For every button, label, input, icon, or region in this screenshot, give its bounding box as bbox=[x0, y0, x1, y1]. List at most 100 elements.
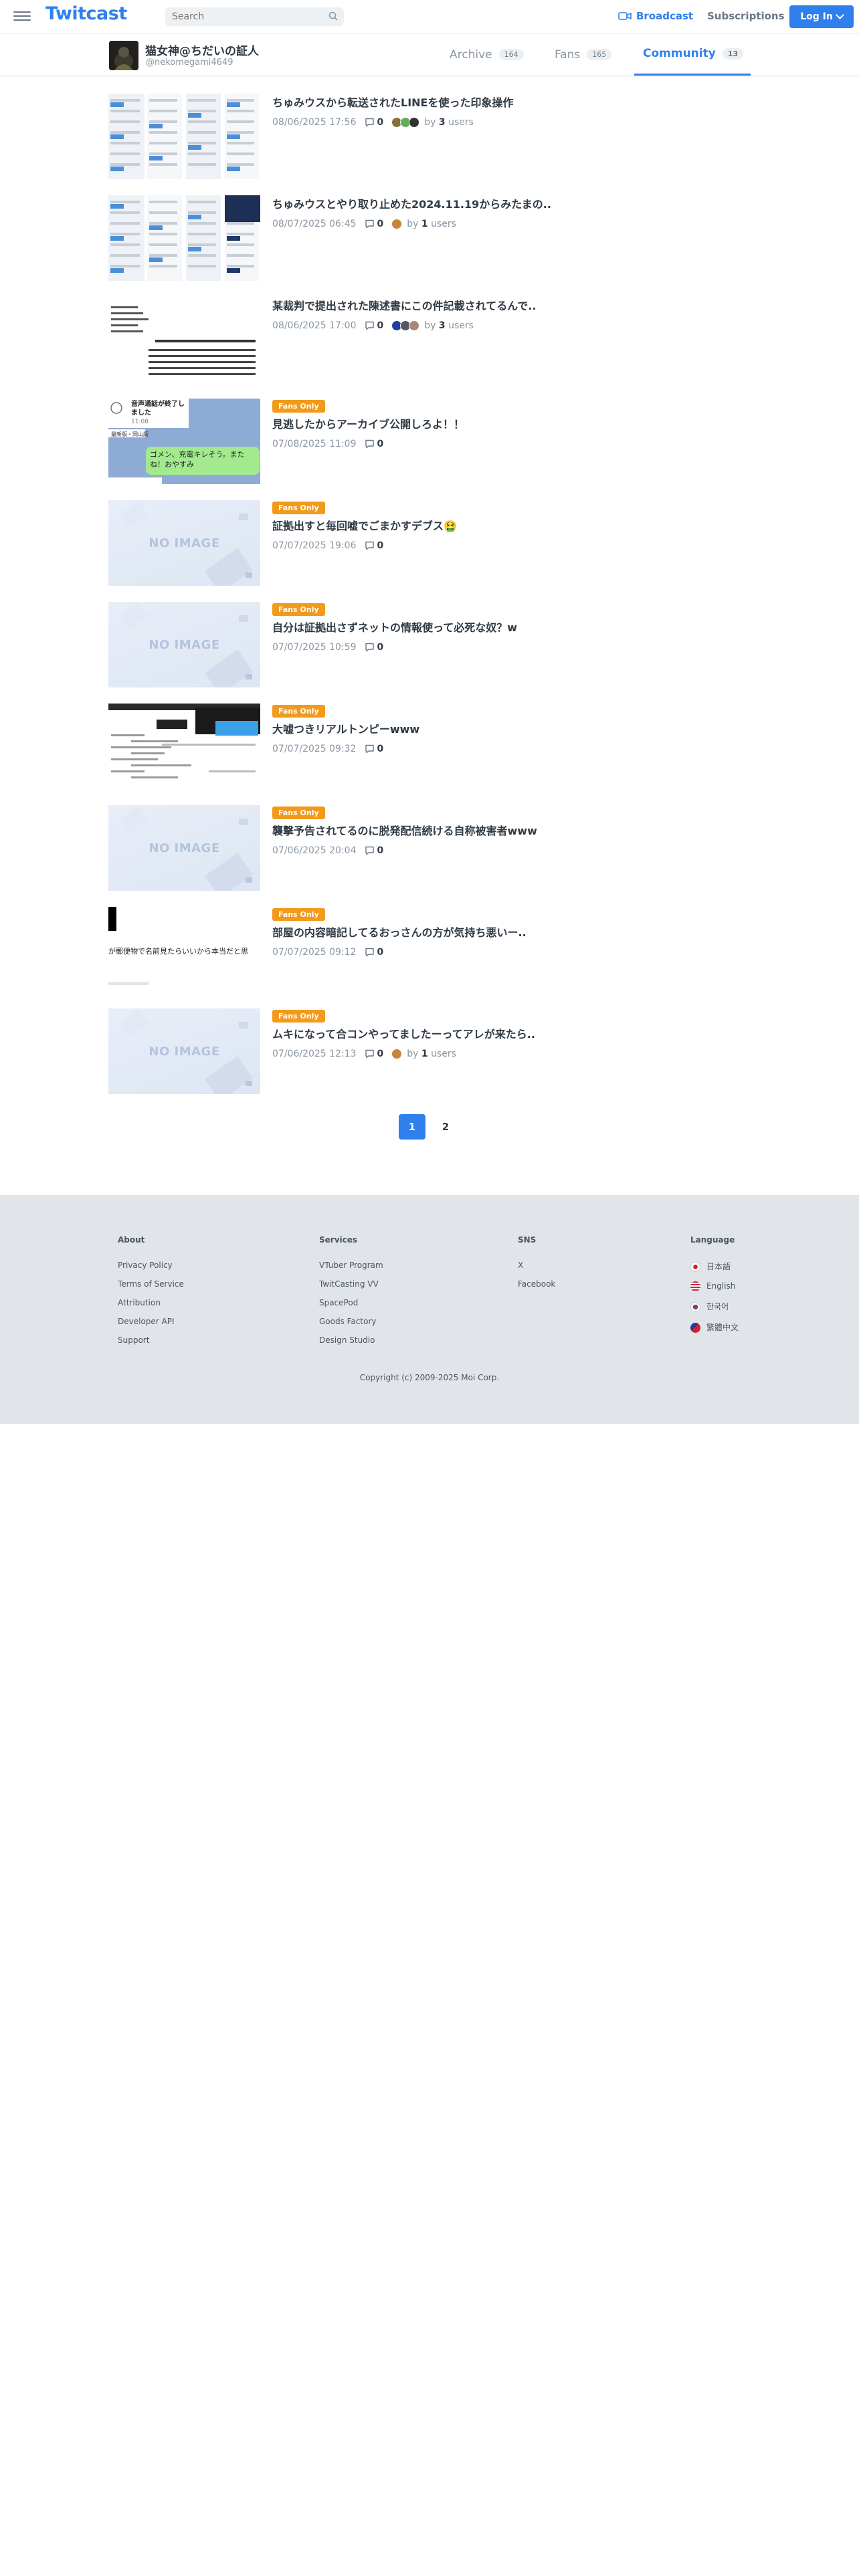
user-avatars bbox=[391, 1049, 403, 1059]
item-thumbnail[interactable] bbox=[108, 704, 260, 789]
no-image-label: NO IMAGE bbox=[149, 841, 220, 855]
footer-link[interactable]: Attribution bbox=[118, 1298, 184, 1307]
page-2-button[interactable]: 2 bbox=[432, 1114, 459, 1140]
community-item[interactable]: NO IMAGE Fans Only 証拠出すと毎回嘘でごまかすデブス🤮 07/07/… bbox=[108, 500, 617, 587]
tab-community[interactable]: Community 13 bbox=[634, 33, 751, 76]
community-item[interactable]: NO IMAGE Fans Only ムキになって合コンやってましたーってアレが来た… bbox=[108, 1008, 617, 1095]
item-thumbnail[interactable] bbox=[108, 94, 260, 179]
item-title[interactable]: ムキになって合コンやってましたーってアレが来たら.. bbox=[272, 1028, 620, 1041]
item-title[interactable]: 自分は証拠出さずネットの情報使って必死な奴？w bbox=[272, 621, 620, 635]
footer-link[interactable]: Developer API bbox=[118, 1317, 184, 1326]
fans-only-badge: Fans Only bbox=[272, 400, 325, 413]
item-text: Fans Only 自分は証拠出さずネットの情報使って必死な奴？w 07/07/20… bbox=[272, 602, 620, 654]
community-item[interactable]: NO IMAGE Fans Only 自分は証拠出さずネットの情報使って必死な奴？w… bbox=[108, 602, 617, 689]
footer-link-x[interactable]: X bbox=[518, 1261, 555, 1270]
language-korean[interactable]: 한국어 bbox=[690, 1301, 739, 1312]
tab-archive[interactable]: Archive 164 bbox=[450, 33, 524, 76]
item-title[interactable]: 大嘘つきリアルトンピーwww bbox=[272, 723, 620, 736]
comment-count-value: 0 bbox=[377, 320, 384, 331]
footer-link[interactable]: Goods Factory bbox=[319, 1317, 383, 1326]
item-meta: 07/07/2025 09:12 0 bbox=[272, 946, 620, 959]
comment-count-value: 0 bbox=[377, 947, 384, 958]
comment-count-value: 0 bbox=[377, 117, 384, 128]
language-label: 한국어 bbox=[706, 1302, 729, 1311]
item-thumbnail[interactable]: NO IMAGE bbox=[108, 500, 260, 586]
item-meta: 07/07/2025 19:06 0 bbox=[272, 539, 620, 552]
comment-icon bbox=[365, 948, 374, 957]
japan-flag-icon bbox=[690, 1262, 700, 1272]
community-item[interactable]: ちゅみウスとやり取り止めた2024.11.19からみたまの.. 08/07/202… bbox=[108, 195, 617, 282]
item-title[interactable]: 襲撃予告されてるのに脱発配信続ける自称被害者www bbox=[272, 825, 620, 838]
item-thumbnail[interactable]: が郵便物で名前見たらいいから本当だと思 bbox=[108, 907, 260, 992]
top-bar: Twitcast Broadcast Subscriptions Log In bbox=[0, 0, 859, 33]
language-traditional-chinese[interactable]: 繁體中文 bbox=[690, 1321, 739, 1333]
item-title[interactable]: 部屋の内容暗記してるおっさんの方が気持ち悪いー.. bbox=[272, 926, 620, 940]
item-thumbnail[interactable] bbox=[108, 195, 260, 281]
footer-link[interactable]: Terms of Service bbox=[118, 1279, 184, 1289]
tab-label: Fans bbox=[555, 47, 581, 62]
search-box[interactable] bbox=[165, 7, 344, 26]
profile-name[interactable]: 猫女神@ちだいの証人 bbox=[145, 41, 259, 58]
by-label: by bbox=[424, 320, 436, 331]
item-thumbnail[interactable]: NO IMAGE bbox=[108, 805, 260, 891]
item-meta: 07/06/2025 12:13 0 by 1 users bbox=[272, 1047, 620, 1061]
item-meta: 08/06/2025 17:56 0 by 3 users bbox=[272, 116, 620, 129]
community-item[interactable]: ちゅみウスから転送されたLINEを使った印象操作 08/06/2025 17:56… bbox=[108, 94, 617, 181]
item-date: 07/07/2025 10:59 bbox=[272, 642, 357, 653]
footer-about: About Privacy Policy Terms of Service At… bbox=[118, 1235, 184, 1354]
footer-heading: About bbox=[118, 1235, 145, 1245]
logo[interactable]: Twitcast bbox=[45, 3, 127, 24]
item-date: 07/07/2025 09:32 bbox=[272, 744, 357, 754]
item-title[interactable]: 証拠出すと毎回嘘でごまかすデブス🤮 bbox=[272, 520, 620, 533]
item-thumbnail[interactable]: NO IMAGE bbox=[108, 602, 260, 687]
no-image-placeholder: NO IMAGE bbox=[108, 500, 260, 586]
item-date: 07/07/2025 09:12 bbox=[272, 947, 357, 958]
comment-count-value: 0 bbox=[377, 439, 384, 449]
avatar[interactable] bbox=[109, 41, 138, 70]
item-thumbnail[interactable] bbox=[108, 297, 260, 383]
item-thumbnail[interactable]: NO IMAGE bbox=[108, 1008, 260, 1094]
language-japanese[interactable]: 日本語 bbox=[690, 1261, 739, 1272]
broadcast-button[interactable]: Broadcast bbox=[618, 10, 693, 22]
tab-fans[interactable]: Fans 165 bbox=[555, 33, 612, 76]
item-text: Fans Only ムキになって合コンやってましたーってアレが来たら.. 07/06… bbox=[272, 1008, 620, 1061]
comment-count: 0 bbox=[365, 1049, 384, 1059]
comment-icon bbox=[365, 744, 374, 754]
fans-only-badge: Fans Only bbox=[272, 603, 325, 616]
language-english[interactable]: English bbox=[690, 1281, 739, 1291]
search-icon[interactable] bbox=[328, 11, 338, 21]
community-item[interactable]: NO IMAGE Fans Only 襲撃予告されてるのに脱発配信続ける自称被害者w… bbox=[108, 805, 617, 892]
community-item[interactable]: 某裁判で提出された陳述書にこの件記載されてるんで.. 08/06/2025 17:… bbox=[108, 297, 617, 384]
item-title[interactable]: 見逃したからアーカイブ公開しろよ！！ bbox=[272, 418, 620, 431]
community-item[interactable]: 音声通話が終了しました 11:08 最新版・岡山版 ゴメン、充電キレそう。またね！おや… bbox=[108, 399, 617, 486]
item-date: 08/06/2025 17:56 bbox=[272, 117, 357, 128]
footer-link[interactable]: Privacy Policy bbox=[118, 1261, 184, 1270]
comment-count-value: 0 bbox=[377, 744, 384, 754]
fans-only-badge: Fans Only bbox=[272, 502, 325, 514]
item-date: 07/07/2025 19:06 bbox=[272, 540, 357, 551]
footer-link[interactable]: Design Studio bbox=[319, 1335, 383, 1345]
subscriptions-link[interactable]: Subscriptions bbox=[707, 10, 785, 22]
language-label: 繁體中文 bbox=[706, 1323, 739, 1332]
item-thumbnail[interactable]: 音声通話が終了しました 11:08 最新版・岡山版 ゴメン、充電キレそう。またね！おや… bbox=[108, 399, 260, 484]
search-input[interactable] bbox=[165, 7, 344, 26]
community-item[interactable]: が郵便物で名前見たらいいから本当だと思 Fans Only 部屋の内容暗記してるおっ… bbox=[108, 907, 617, 994]
item-title[interactable]: ちゅみウスとやり取り止めた2024.11.19からみたまの.. bbox=[272, 198, 620, 211]
comment-icon bbox=[365, 219, 374, 229]
item-title[interactable]: ちゅみウスから転送されたLINEを使った印象操作 bbox=[272, 96, 620, 110]
tab-label: Community bbox=[643, 47, 716, 60]
footer-link[interactable]: VTuber Program bbox=[319, 1261, 383, 1270]
community-item[interactable]: Fans Only 大嘘つきリアルトンピーwww 07/07/2025 09:32 0 bbox=[108, 704, 617, 790]
footer-link[interactable]: Support bbox=[118, 1335, 184, 1345]
comment-count: 0 bbox=[365, 540, 383, 551]
footer-link[interactable]: SpacePod bbox=[319, 1298, 383, 1307]
item-title[interactable]: 某裁判で提出された陳述書にこの件記載されてるんで.. bbox=[272, 300, 620, 313]
user-count-value: 1 bbox=[421, 1049, 428, 1059]
footer-link[interactable]: TwitCasting VV bbox=[319, 1279, 383, 1289]
language-label: English bbox=[706, 1281, 736, 1291]
login-button[interactable]: Log In bbox=[789, 5, 854, 28]
footer-link-facebook[interactable]: Facebook bbox=[518, 1279, 555, 1289]
menu-icon[interactable] bbox=[13, 9, 31, 25]
page-1-button[interactable]: 1 bbox=[399, 1114, 425, 1140]
comment-count-value: 0 bbox=[377, 1049, 384, 1059]
